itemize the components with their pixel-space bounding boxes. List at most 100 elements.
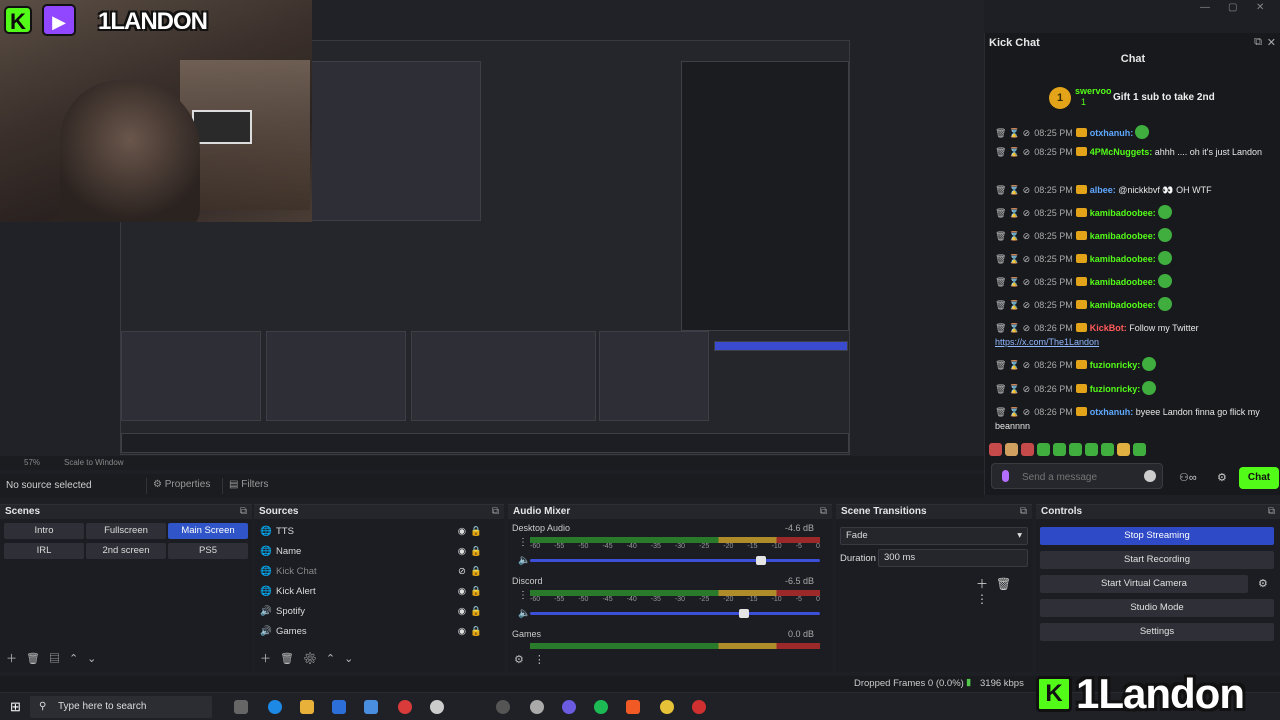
message-mod-icons[interactable]: 🗑 ⌛ ⊘ (995, 300, 1030, 310)
emote-bar[interactable] (989, 443, 1279, 457)
chat-messages[interactable]: 🗑 ⌛ ⊘ 08:25 PM otxhanuh: 🗑 ⌛ ⊘ 08:25 PM 4PMcN… (985, 125, 1280, 437)
chat-input-box[interactable] (991, 463, 1163, 489)
stop-streaming-button[interactable]: Stop Streaming (1040, 527, 1274, 545)
source-item[interactable]: 🌐 Kick Alert ◉ 🔒 (260, 583, 494, 601)
float-icon[interactable]: ⧉ (492, 505, 499, 519)
message-user[interactable]: otxhanuh: (1090, 128, 1134, 138)
message-user[interactable]: kamibadoobee: (1090, 208, 1156, 218)
lock-icon[interactable]: 🔒 (470, 523, 482, 541)
message-mod-icons[interactable]: 🗑 ⌛ ⊘ (995, 208, 1030, 218)
eye-icon[interactable]: ◉ (458, 583, 466, 601)
volume-knob[interactable] (756, 556, 767, 565)
scene-button[interactable]: Intro (4, 523, 84, 539)
close-icon[interactable]: ✕ (1267, 36, 1276, 49)
duration-input[interactable]: 300 ms (878, 549, 1028, 567)
task-view-icon[interactable] (234, 700, 248, 714)
message-user[interactable]: fuzionricky: (1090, 384, 1141, 394)
mic-icon[interactable] (1002, 470, 1009, 482)
source-item[interactable]: 🌐 TTS ◉ 🔒 (260, 523, 494, 541)
filters-button[interactable]: ▤ Filters (222, 478, 274, 494)
spotify-icon[interactable] (594, 700, 608, 714)
chrome-icon[interactable] (660, 700, 674, 714)
start-virtual-camera-button[interactable]: Start Virtual Camera (1040, 575, 1248, 593)
message-user[interactable]: kamibadoobee: (1090, 231, 1156, 241)
virtual-camera-settings-icon[interactable]: ⚙ (1258, 577, 1268, 590)
studio-mode-button[interactable]: Studio Mode (1040, 599, 1274, 617)
lock-icon[interactable]: 🔒 (470, 603, 482, 621)
file-explorer-icon[interactable] (300, 700, 314, 714)
stream-preview[interactable]: K ▶ 1LANDON (0, 0, 984, 456)
volume-slider[interactable] (530, 609, 820, 618)
source-item[interactable]: 🔊 Spotify ◉ 🔒 (260, 603, 494, 621)
scene-button[interactable]: PS5 (168, 543, 248, 559)
eye-icon[interactable]: ◉ (458, 523, 466, 541)
taskbar-search[interactable]: ⚲ Type here to search (30, 696, 212, 718)
settings-button[interactable]: Settings (1040, 623, 1274, 641)
emoji-icon[interactable] (1144, 470, 1156, 482)
float-icon[interactable]: ⧉ (1020, 505, 1027, 519)
windows-start-icon[interactable]: ⊞ (10, 699, 21, 715)
calculator-icon[interactable] (364, 700, 378, 714)
eye-icon[interactable]: ◉ (458, 623, 466, 641)
close-icon[interactable]: ✕ (1256, 2, 1264, 13)
eye-icon[interactable]: ◉ (458, 543, 466, 561)
volume-knob[interactable] (738, 609, 749, 618)
start-recording-button[interactable]: Start Recording (1040, 551, 1274, 569)
mixer-tools[interactable]: ⚙⋮ (514, 653, 555, 666)
obs-icon[interactable] (496, 700, 510, 714)
channel-menu-icon[interactable]: ⋮ (518, 537, 528, 548)
lock-icon[interactable]: 🔒 (470, 583, 482, 601)
source-item[interactable]: 🌐 Name ◉ 🔒 (260, 543, 494, 561)
lock-icon[interactable]: 🔒 (470, 563, 482, 581)
app-icon[interactable] (398, 700, 412, 714)
maximize-icon[interactable]: ▢ (1228, 2, 1237, 13)
message-mod-icons[interactable]: 🗑 ⌛ ⊘ (995, 323, 1030, 333)
message-mod-icons[interactable]: 🗑 ⌛ ⊘ (995, 277, 1030, 287)
speaker-icon[interactable]: 🔈 (518, 555, 530, 566)
message-mod-icons[interactable]: 🗑 ⌛ ⊘ (995, 407, 1030, 417)
app-icon[interactable] (692, 700, 706, 714)
message-mod-icons[interactable]: 🗑 ⌛ ⊘ (995, 384, 1030, 394)
users-icon[interactable]: ⚇∞ (1179, 471, 1197, 484)
source-item[interactable]: 🔊 Games ◉ 🔒 (260, 623, 494, 641)
brave-icon[interactable] (626, 700, 640, 714)
message-user[interactable]: kamibadoobee: (1090, 254, 1156, 264)
properties-button[interactable]: ⚙ Properties (146, 478, 216, 494)
speaker-icon[interactable]: 🔈 (518, 608, 530, 619)
chat-send-button[interactable]: Chat (1239, 467, 1279, 489)
channel-menu-icon[interactable]: ⋮ (518, 590, 528, 601)
source-item[interactable]: 🌐 Kick Chat ⊘ 🔒 (260, 563, 494, 581)
float-icon[interactable]: ⧉ (820, 505, 827, 519)
app-icon[interactable] (530, 700, 544, 714)
lock-icon[interactable]: 🔒 (470, 623, 482, 641)
message-mod-icons[interactable]: 🗑 ⌛ ⊘ (995, 185, 1030, 195)
message-mod-icons[interactable]: 🗑 ⌛ ⊘ (995, 254, 1030, 264)
message-user[interactable]: kamibadoobee: (1090, 277, 1156, 287)
edge-icon[interactable] (268, 700, 282, 714)
transition-select[interactable]: Fade ▾ (840, 527, 1028, 545)
zoom-level[interactable]: 57% (24, 458, 40, 467)
scene-button[interactable]: Fullscreen (86, 523, 166, 539)
message-user[interactable]: 4PMcNuggets: (1090, 147, 1153, 157)
message-user[interactable]: albee: (1090, 185, 1116, 195)
minimize-icon[interactable]: — (1200, 2, 1210, 13)
message-user[interactable]: fuzionricky: (1090, 360, 1141, 370)
store-icon[interactable] (332, 700, 346, 714)
scene-button[interactable]: IRL (4, 543, 84, 559)
scene-tools[interactable]: ＋🗑▤⌃⌄ (6, 650, 105, 666)
lock-icon[interactable]: 🔒 (470, 543, 482, 561)
scale-mode[interactable]: Scale to Window (64, 458, 124, 467)
message-mod-icons[interactable]: 🗑 ⌛ ⊘ (995, 128, 1030, 138)
settings-icon[interactable] (430, 700, 444, 714)
message-mod-icons[interactable]: 🗑 ⌛ ⊘ (995, 231, 1030, 241)
message-user[interactable]: KickBot: (1090, 323, 1127, 333)
message-user[interactable]: otxhanuh: (1090, 407, 1134, 417)
message-link[interactable]: https://x.com/The1Landon (995, 337, 1099, 347)
message-mod-icons[interactable]: 🗑 ⌛ ⊘ (995, 147, 1030, 157)
float-icon[interactable]: ⧉ (1254, 36, 1262, 49)
message-user[interactable]: kamibadoobee: (1090, 300, 1156, 310)
scene-button[interactable]: 2nd screen (86, 543, 166, 559)
discord-icon[interactable] (562, 700, 576, 714)
transition-tools[interactable]: ＋🗑⋮ (976, 575, 1032, 606)
source-tools[interactable]: ＋🗑⚙⌃⌄ (260, 650, 362, 666)
